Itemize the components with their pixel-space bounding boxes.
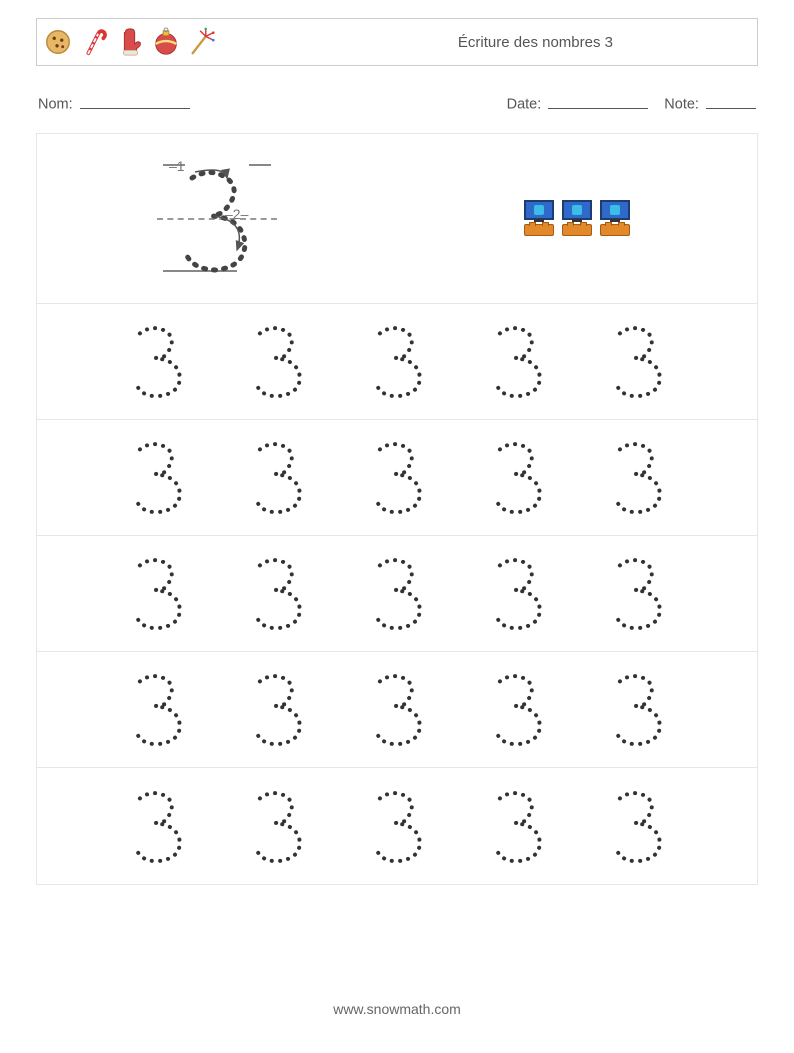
candy-cane-icon (79, 27, 109, 57)
traceable-digit[interactable] (607, 554, 667, 632)
traceable-digit[interactable] (487, 438, 547, 516)
traceable-digit[interactable] (607, 322, 667, 400)
firework-icon (187, 27, 217, 57)
traceable-digit[interactable] (607, 787, 667, 865)
traceable-digit[interactable] (487, 554, 547, 632)
mitten-icon (115, 27, 145, 57)
note-blank[interactable] (706, 94, 756, 109)
traceable-digit[interactable] (127, 438, 187, 516)
footer-url: www.snowmath.com (0, 1001, 794, 1017)
header-icon-row (41, 27, 217, 57)
demo-row: –1 –2– (37, 134, 757, 304)
name-field: Nom: (38, 94, 190, 113)
name-blank[interactable] (80, 94, 190, 109)
practice-row (37, 768, 757, 884)
practice-row (37, 652, 757, 768)
date-field: Date: (507, 94, 649, 113)
traceable-digit[interactable] (127, 670, 187, 748)
traceable-digit[interactable] (367, 670, 427, 748)
traceable-digit[interactable] (367, 787, 427, 865)
cookie-icon (43, 27, 73, 57)
tv-icon (562, 200, 592, 220)
practice-area (37, 304, 757, 884)
traceable-digit[interactable] (487, 670, 547, 748)
brick-icon (524, 224, 554, 236)
traceable-digit[interactable] (607, 670, 667, 748)
traceable-digit[interactable] (487, 322, 547, 400)
traceable-digit[interactable] (607, 438, 667, 516)
traceable-digit[interactable] (367, 554, 427, 632)
stroke-order-cell: –1 –2– (37, 134, 397, 303)
date-blank[interactable] (548, 94, 648, 109)
traceable-digit[interactable] (487, 787, 547, 865)
practice-row (37, 420, 757, 536)
brick-icon (562, 224, 592, 236)
traceable-digit[interactable] (247, 438, 307, 516)
note-label: Note: (664, 97, 699, 113)
big-three-outline (157, 158, 277, 278)
worksheet-header: Écriture des nombres 3 (36, 18, 758, 66)
bauble-icon (151, 27, 181, 57)
meta-row: Nom: Date: Note: (38, 94, 756, 113)
worksheet-body: –1 –2– (36, 133, 758, 885)
brick-icon (600, 224, 630, 236)
practice-row (37, 304, 757, 420)
tv-row (524, 200, 630, 220)
traceable-digit[interactable] (367, 438, 427, 516)
tv-icon (524, 200, 554, 220)
date-label: Date: (507, 97, 542, 113)
traceable-digit[interactable] (247, 670, 307, 748)
name-label: Nom: (38, 97, 73, 113)
traceable-digit[interactable] (127, 787, 187, 865)
traceable-digit[interactable] (127, 322, 187, 400)
worksheet-title: Écriture des nombres 3 (458, 34, 753, 51)
note-field: Note: (664, 94, 756, 113)
counting-cell (397, 134, 757, 303)
traceable-digit[interactable] (127, 554, 187, 632)
traceable-digit[interactable] (367, 322, 427, 400)
traceable-digit[interactable] (247, 554, 307, 632)
tv-icon (600, 200, 630, 220)
traceable-digit[interactable] (247, 322, 307, 400)
traceable-digit[interactable] (247, 787, 307, 865)
brick-row (524, 224, 630, 236)
practice-row (37, 536, 757, 652)
